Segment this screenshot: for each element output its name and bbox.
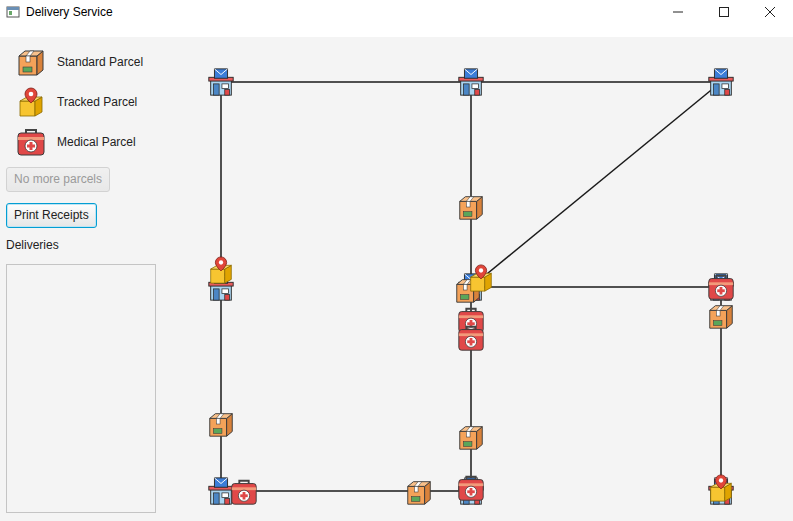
standard-parcel-icon[interactable] <box>460 197 483 220</box>
road-line <box>220 82 222 287</box>
tracked-parcel-icon[interactable] <box>211 257 232 283</box>
medical-parcel-icon[interactable] <box>459 309 483 332</box>
action-buttons: No more parcels Print Receipts <box>6 167 160 228</box>
medical-parcel-icon[interactable] <box>459 477 483 500</box>
road-line <box>471 286 721 288</box>
road-line <box>221 81 471 83</box>
maximize-icon <box>718 6 730 18</box>
sidebar: Standard Parcel Tracked Parcel Medical P… <box>0 37 160 521</box>
legend: Standard Parcel Tracked Parcel Medical P… <box>6 46 160 158</box>
action-button[interactable]: No more parcels <box>6 167 110 192</box>
window-controls <box>655 0 793 24</box>
standard-parcel-icon[interactable] <box>460 427 483 450</box>
window-title: Delivery Service <box>26 4 113 20</box>
post-office-icon[interactable] <box>709 274 733 300</box>
legend-item: Medical Parcel <box>6 126 160 158</box>
road-line <box>471 81 721 83</box>
close-button[interactable] <box>747 0 793 24</box>
app-window: Delivery Service Standard Parcel Tracked… <box>0 0 793 521</box>
action-button[interactable]: Print Receipts <box>6 203 97 228</box>
deliveries-label: Deliveries <box>6 238 160 253</box>
road-line <box>471 82 721 287</box>
maximize-button[interactable] <box>701 0 747 24</box>
legend-item: Standard Parcel <box>6 46 160 78</box>
standard-parcel-icon[interactable] <box>710 306 733 329</box>
medical-parcel-icon[interactable] <box>459 327 483 350</box>
close-icon <box>764 6 776 18</box>
road-line <box>221 490 471 492</box>
post-office-icon[interactable] <box>209 478 233 504</box>
legend-label: Standard Parcel <box>57 55 143 69</box>
medical-parcel-icon[interactable] <box>709 276 733 299</box>
post-office-icon[interactable] <box>209 69 233 95</box>
post-office-icon[interactable] <box>459 69 483 95</box>
deliveries-list[interactable] <box>6 264 156 513</box>
content: Standard Parcel Tracked Parcel Medical P… <box>0 37 793 521</box>
title-bar: Delivery Service <box>0 0 793 37</box>
standard-parcel-icon <box>15 46 47 78</box>
minimize-icon <box>672 6 684 18</box>
standard-parcel-icon[interactable] <box>210 414 233 437</box>
minimize-button[interactable] <box>655 0 701 24</box>
medical-parcel-icon[interactable] <box>232 481 256 504</box>
medical-parcel-icon <box>15 126 47 158</box>
legend-label: Medical Parcel <box>57 135 136 149</box>
legend-item: Tracked Parcel <box>6 86 160 118</box>
standard-parcel-icon[interactable] <box>408 482 431 505</box>
post-office-icon[interactable] <box>709 69 733 95</box>
tracked-parcel-icon <box>15 86 47 118</box>
road-line <box>470 82 472 287</box>
map-canvas <box>160 37 793 521</box>
tracked-parcel-icon[interactable] <box>471 265 492 291</box>
delivery-graph <box>160 37 793 521</box>
legend-label: Tracked Parcel <box>57 95 137 109</box>
tracked-parcel-icon[interactable] <box>711 475 732 501</box>
app-window-icon <box>6 5 20 19</box>
road-line <box>220 287 222 491</box>
